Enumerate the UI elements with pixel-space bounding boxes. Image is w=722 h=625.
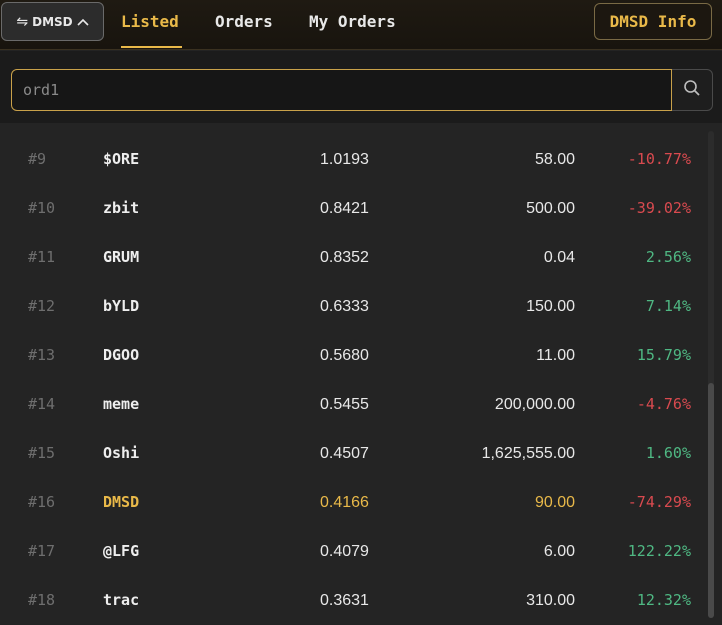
list-item[interactable]: #14 meme 0.5455 200,000.00 -4.76% (0, 380, 700, 429)
change: -4.76% (636, 395, 691, 413)
token-name: GRUM (103, 248, 140, 266)
price: 0.5680 (320, 347, 369, 364)
list-item-current-token[interactable]: #16 DMSD 0.4166 90.00 -74.29% (0, 478, 700, 527)
swap-icon: ⇋ (16, 13, 29, 30)
change: 2.56% (645, 248, 691, 266)
change: -74.29% (627, 493, 691, 511)
rank: #11 (28, 248, 56, 266)
rank: #10 (28, 199, 56, 217)
change: 12.32% (636, 591, 691, 609)
tab-listed[interactable]: Listed (121, 12, 179, 31)
chevron-up-icon (77, 15, 89, 29)
list-item[interactable]: #18 trac 0.3631 310.00 12.32% (0, 576, 700, 625)
rank: #9 (28, 150, 47, 168)
list-item[interactable]: #11 GRUM 0.8352 0.04 2.56% (0, 233, 700, 282)
price: 1.0193 (320, 151, 369, 168)
search-input[interactable] (11, 69, 672, 111)
price: 0.3631 (320, 592, 369, 609)
rank: #12 (28, 297, 56, 315)
list-item[interactable]: #10 zbit 0.8421 500.00 -39.02% (0, 184, 700, 233)
volume: 0.04 (543, 249, 575, 266)
active-tab-indicator (121, 46, 182, 48)
price: 0.5455 (320, 396, 369, 413)
change: 7.14% (645, 297, 691, 315)
top-bar: ⇋ DMSD Listed Orders My Orders DMSD Info (0, 0, 722, 50)
scrollbar-thumb[interactable] (708, 383, 714, 618)
token-name: meme (103, 395, 140, 413)
change: 15.79% (636, 346, 691, 364)
token-name: zbit (103, 199, 140, 217)
rank: #14 (28, 395, 56, 413)
token-name: Oshi (103, 444, 140, 462)
search-bar (0, 51, 722, 123)
volume: 200,000.00 (494, 396, 575, 413)
rank: #18 (28, 591, 56, 609)
tab-my-orders[interactable]: My Orders (309, 12, 396, 31)
list-item[interactable]: #9 $ORE 1.0193 58.00 -10.77% (0, 135, 700, 184)
volume: 90.00 (534, 494, 575, 511)
scrollbar[interactable] (708, 131, 714, 618)
volume: 1,625,555.00 (481, 445, 575, 462)
price: 0.4507 (320, 445, 369, 462)
search-button[interactable] (672, 69, 713, 111)
change: -10.77% (627, 150, 691, 168)
volume: 150.00 (526, 298, 575, 315)
volume: 310.00 (526, 592, 575, 609)
token-name: @LFG (103, 542, 140, 560)
token-selector[interactable]: ⇋ DMSD (1, 2, 104, 41)
price: 0.8421 (320, 200, 369, 217)
token-name: DGOO (103, 346, 140, 364)
price: 0.4166 (320, 494, 369, 511)
token-info-button[interactable]: DMSD Info (594, 3, 712, 40)
list-item[interactable]: #15 Oshi 0.4507 1,625,555.00 1.60% (0, 429, 700, 478)
change: 122.22% (627, 542, 691, 560)
token-name: DMSD (103, 493, 140, 511)
token-list: #9 $ORE 1.0193 58.00 -10.77% #10 zbit 0.… (0, 123, 722, 624)
price: 0.8352 (320, 249, 369, 266)
token-selector-label: DMSD (32, 14, 73, 29)
rank: #17 (28, 542, 56, 560)
price: 0.4079 (320, 543, 369, 560)
rank: #13 (28, 346, 56, 364)
volume: 6.00 (543, 543, 575, 560)
rank: #16 (28, 493, 56, 511)
volume: 58.00 (534, 151, 575, 168)
token-name: $ORE (103, 150, 140, 168)
list-item[interactable]: #13 DGOO 0.5680 11.00 15.79% (0, 331, 700, 380)
list-item[interactable]: #12 bYLD 0.6333 150.00 7.14% (0, 282, 700, 331)
list-item[interactable]: #17 @LFG 0.4079 6.00 122.22% (0, 527, 700, 576)
change: -39.02% (627, 199, 691, 217)
token-name: bYLD (103, 297, 140, 315)
search-icon (683, 79, 701, 101)
volume: 11.00 (536, 347, 575, 364)
tab-orders[interactable]: Orders (215, 12, 273, 31)
price: 0.6333 (320, 298, 369, 315)
change: 1.60% (645, 444, 691, 462)
volume: 500.00 (526, 200, 575, 217)
token-name: trac (103, 591, 140, 609)
rank: #15 (28, 444, 56, 462)
